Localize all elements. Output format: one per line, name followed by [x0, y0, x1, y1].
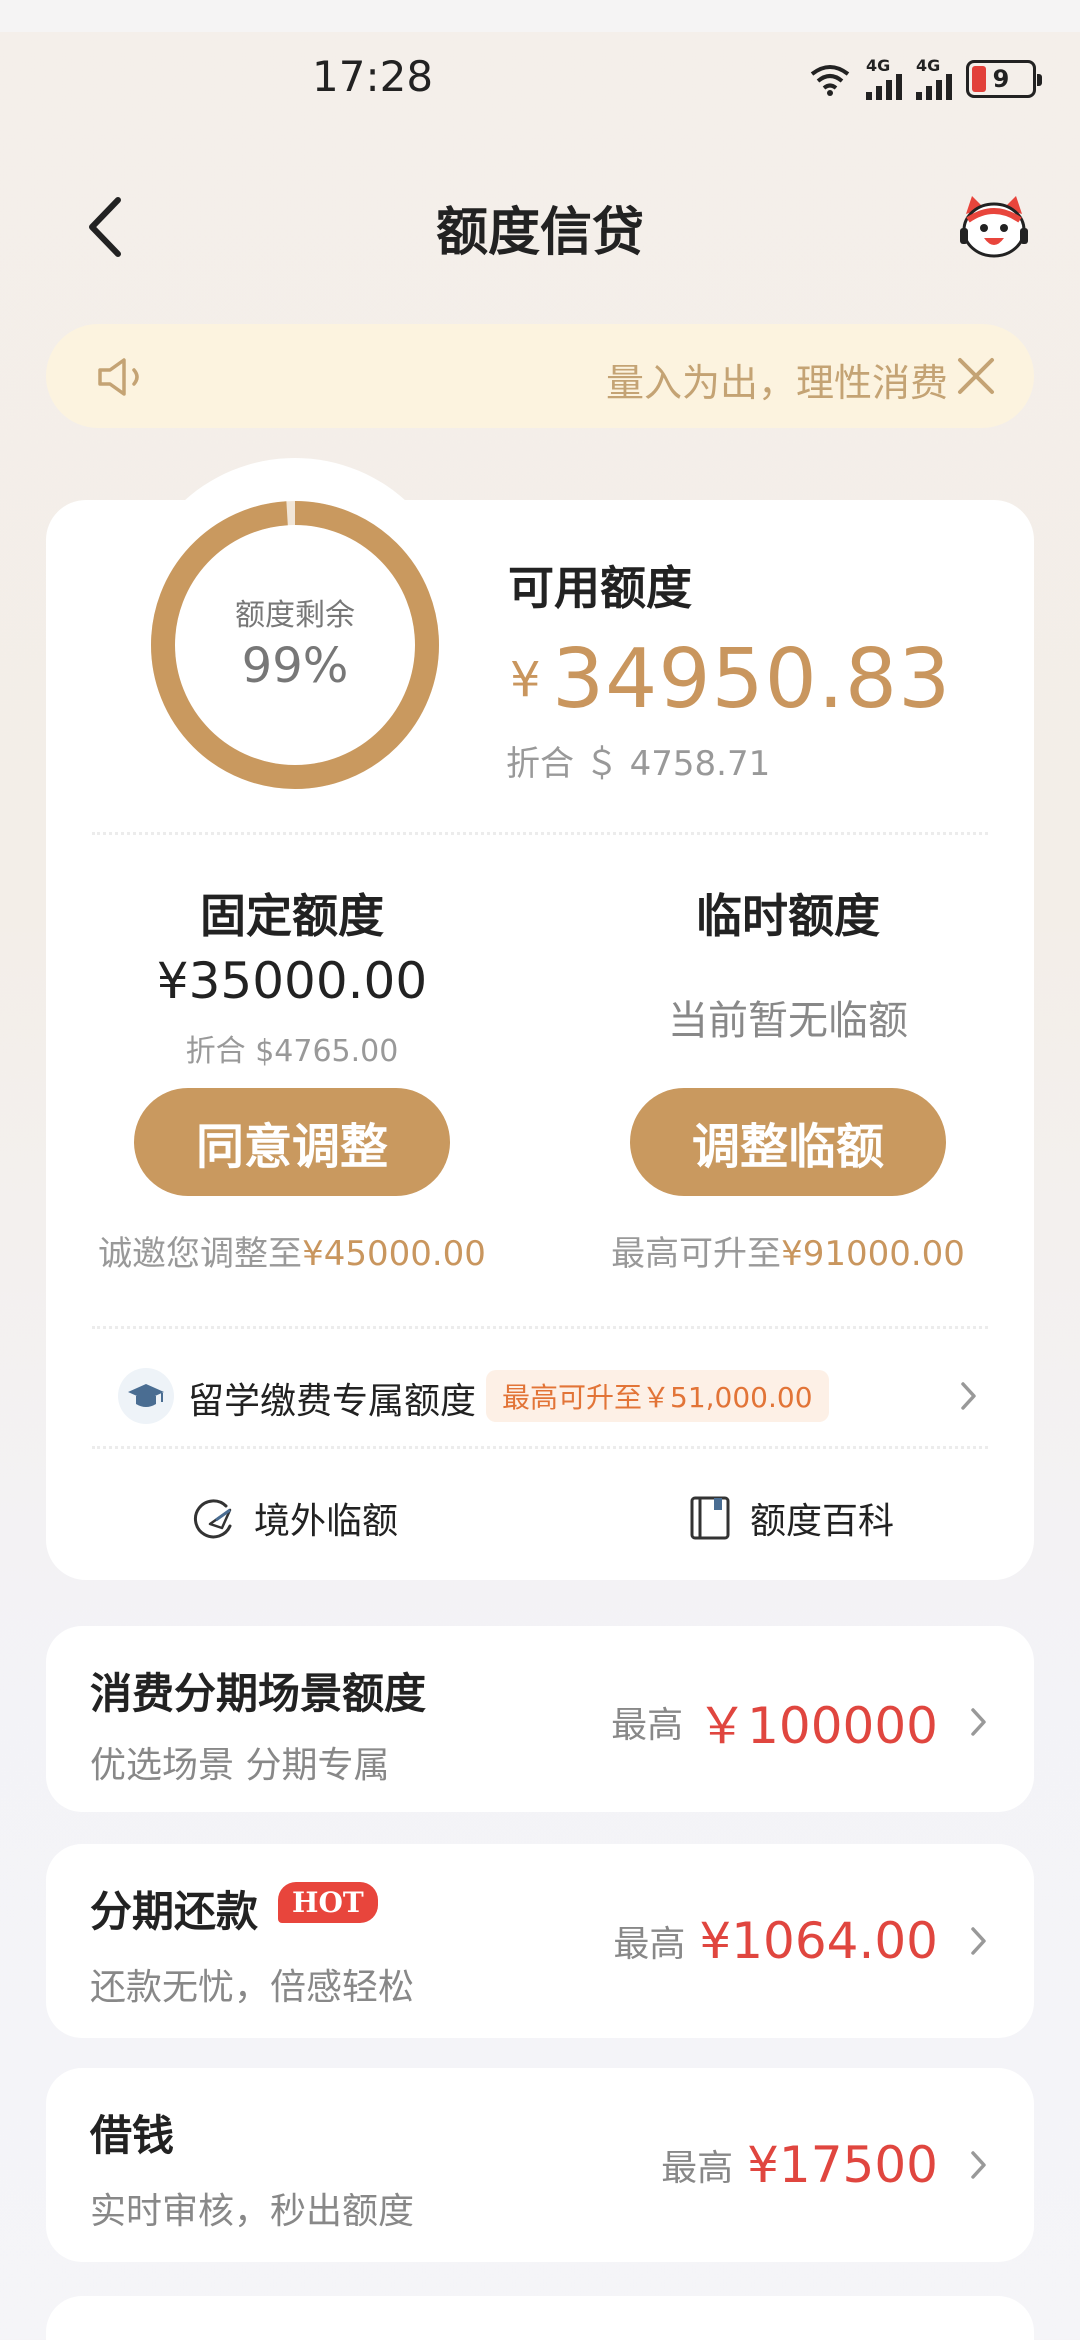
card-subtitle: 优选场景 分期专属 — [90, 1745, 390, 1786]
overseas-temporary-credit-label: 境外临额 — [254, 1501, 399, 1542]
credit-wiki-label: 额度百科 — [750, 1501, 895, 1542]
network-type-label: 4G — [866, 56, 891, 75]
card-title: 借钱 — [90, 2111, 175, 2160]
close-icon[interactable] — [954, 354, 998, 398]
max-amount: ¥17500 — [747, 2136, 938, 2194]
card-amount-group: 最高 ￥100000 — [611, 1686, 990, 1758]
graduation-cap-icon — [118, 1368, 174, 1424]
signal-bars-icon — [866, 74, 902, 100]
status-icons: 4G 4G 9 — [808, 58, 1042, 100]
speaker-icon — [98, 358, 139, 396]
max-amount: ¥1064.00 — [699, 1912, 938, 1970]
next-card-partial[interactable] — [46, 2296, 1034, 2340]
temporary-credit-status: 当前暂无临额 — [668, 998, 908, 1044]
battery-level: 9 — [992, 65, 1010, 93]
ring-label: 额度剩余 — [235, 598, 355, 633]
installment-scene-credit-card[interactable]: 消费分期场景额度 优选场景 分期专属 最高 ￥100000 — [46, 1626, 1034, 1812]
available-credit-conversion: 折合 ＄ 4758.71 — [506, 744, 771, 784]
chevron-right-icon — [961, 1382, 976, 1410]
temporary-credit-title: 临时额度 — [696, 889, 880, 943]
cell-signal-2: 4G — [916, 58, 952, 100]
divider — [92, 832, 988, 835]
installment-repayment-card[interactable]: 分期还款 HOT 还款无忧，倍感轻松 最高 ¥1064.00 — [46, 1844, 1034, 2038]
temporary-credit-hint: 最高可升至¥91000.00 — [611, 1234, 965, 1274]
ring-percent: 99% — [241, 638, 349, 694]
overseas-plane-icon — [193, 1499, 232, 1539]
card-title: 消费分期场景额度 — [90, 1669, 427, 1718]
notice-bar: 量入为出，理性消费 — [46, 324, 1034, 428]
borrow-money-card[interactable]: 借钱 实时审核，秒出额度 最高 ¥17500 — [46, 2068, 1034, 2262]
status-bar-strip — [0, 0, 1080, 32]
signal-bars-icon — [916, 74, 952, 100]
hot-badge: HOT — [278, 1882, 378, 1923]
book-icon — [690, 1496, 730, 1540]
available-credit-label: 可用额度 — [508, 561, 692, 615]
fixed-credit-conversion: 折合 $4765.00 — [185, 1034, 399, 1069]
study-abroad-credit-row[interactable]: 留学缴费专属额度 最高可升至￥51,000.00 — [118, 1360, 980, 1434]
network-type-label: 4G — [916, 56, 941, 75]
max-label: 最高 — [611, 1705, 684, 1746]
card-amount-group: 最高 ¥17500 — [661, 2136, 990, 2194]
overseas-temporary-credit-link[interactable]: 境外临额 — [190, 1488, 398, 1548]
max-label: 最高 — [661, 2148, 734, 2189]
status-time: 17:28 — [312, 52, 434, 101]
customer-service-mascot-icon[interactable] — [956, 190, 1032, 266]
fixed-credit-amount: ¥35000.00 — [156, 952, 428, 1010]
agree-adjust-button[interactable]: 同意调整 — [134, 1088, 450, 1196]
card-subtitle: 还款无忧，倍感轻松 — [90, 1967, 415, 2008]
status-bar: 17:28 4G 4G 9 — [0, 0, 1080, 150]
fixed-credit-title: 固定额度 — [200, 889, 384, 943]
chevron-right-icon — [971, 1927, 986, 1955]
adjust-temporary-button[interactable]: 调整临额 — [630, 1088, 946, 1196]
currency-symbol: ¥ — [510, 652, 541, 708]
card-title: 分期还款 — [90, 1887, 259, 1936]
divider — [92, 1326, 988, 1329]
chevron-right-icon — [971, 1708, 986, 1736]
card-amount-group: 最高 ¥1064.00 — [613, 1912, 990, 1970]
card-subtitle: 实时审核，秒出额度 — [90, 2191, 415, 2232]
cell-signal-1: 4G — [866, 58, 902, 100]
fixed-credit-hint: 诚邀您调整至¥45000.00 — [98, 1234, 486, 1274]
max-amount: ￥100000 — [697, 1697, 938, 1755]
study-abroad-badge: 最高可升至￥51,000.00 — [486, 1370, 829, 1422]
study-abroad-label: 留学缴费专属额度 — [188, 1381, 477, 1422]
wifi-icon — [810, 65, 850, 96]
chevron-right-icon — [971, 2151, 986, 2179]
credit-wiki-link[interactable]: 额度百科 — [686, 1488, 894, 1548]
divider — [92, 1446, 988, 1449]
header: 额度信贷 — [0, 180, 1080, 270]
page-title: 额度信贷 — [435, 203, 644, 263]
available-credit-amount: 34950.83 — [552, 632, 952, 727]
max-label: 最高 — [613, 1924, 686, 1965]
battery-icon: 9 — [966, 60, 1042, 98]
notice-text: 量入为出，理性消费 — [606, 361, 949, 405]
